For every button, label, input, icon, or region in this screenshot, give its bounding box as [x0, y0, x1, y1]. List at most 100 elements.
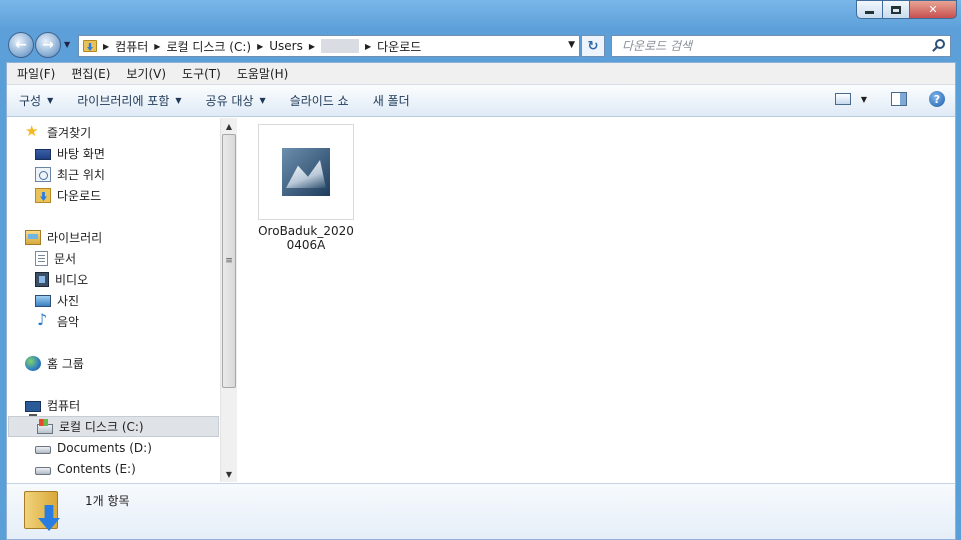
organize-button[interactable]: 구성 ▼ — [7, 92, 65, 109]
nav-local-disk-c[interactable]: 로컬 디스크 (C:) — [8, 416, 219, 437]
refresh-icon: ↻ — [587, 38, 599, 54]
maximize-icon — [891, 5, 901, 14]
nav-downloads[interactable]: 다운로드 — [7, 185, 220, 206]
document-icon — [35, 251, 48, 266]
preview-pane-icon[interactable] — [891, 92, 907, 106]
chevron-right-icon[interactable]: ▶ — [103, 42, 109, 51]
nav-homegroup[interactable]: 홈 그룹 — [7, 353, 220, 374]
close-button[interactable]: ✕ — [910, 0, 957, 19]
nav-music[interactable]: 음악 — [7, 310, 220, 332]
breadcrumb-downloads[interactable]: 다운로드 — [377, 38, 421, 55]
chevron-down-icon: ▼ — [175, 96, 182, 105]
explorer-window: 파일(F) 편집(E) 보기(V) 도구(T) 도움말(H) 구성 ▼ 라이브러리… — [6, 62, 956, 540]
chevron-right-icon[interactable]: ▶ — [257, 42, 263, 51]
breadcrumb-local-disk[interactable]: 로컬 디스크 (C:) — [166, 38, 251, 55]
file-thumbnail[interactable] — [258, 124, 354, 220]
nav-computer[interactable]: 컴퓨터 — [7, 395, 220, 416]
app-icon — [282, 148, 330, 196]
system-drive-icon — [37, 418, 53, 434]
minimize-icon — [865, 11, 874, 14]
scrollbar-thumb[interactable]: ≡ — [222, 134, 236, 388]
chevron-down-icon: ▼ — [47, 96, 54, 105]
navigation-scrollbar[interactable]: ▲ ≡ ▼ — [220, 118, 237, 482]
search-input[interactable] — [612, 36, 912, 56]
nav-label: 바탕 화면 — [57, 147, 105, 161]
view-options-dropdown-icon[interactable]: ▼ — [861, 95, 867, 104]
downloads-folder-icon — [35, 188, 51, 203]
breadcrumb-users[interactable]: Users — [269, 39, 303, 53]
address-bar[interactable]: ▶ 컴퓨터 ▶ 로컬 디스크 (C:) ▶ Users ▶ ▶ 다운로드 ▼ — [78, 35, 580, 57]
desktop-icon — [35, 149, 51, 160]
change-view-icon[interactable] — [834, 93, 851, 105]
navigation-pane: 즐겨찾기 바탕 화면 최근 위치 다운로드 라이브러리 문서 비디오 사진 음악… — [7, 118, 220, 482]
nav-libraries[interactable]: 라이브러리 — [7, 227, 220, 248]
chevron-down-icon: ▼ — [259, 96, 266, 105]
include-in-library-button[interactable]: 라이브러리에 포함 ▼ — [65, 92, 193, 109]
share-with-button[interactable]: 공유 대상 ▼ — [194, 92, 278, 109]
back-button[interactable]: ← — [8, 32, 34, 58]
homegroup-group: 홈 그룹 — [7, 353, 220, 374]
navigation-row: ← → ▼ ▶ 컴퓨터 ▶ 로컬 디스크 (C:) ▶ Users ▶ ▶ 다운… — [0, 30, 961, 60]
chevron-right-icon[interactable]: ▶ — [365, 42, 371, 51]
nav-label: 최근 위치 — [57, 168, 105, 182]
nav-videos[interactable]: 비디오 — [7, 269, 220, 290]
menu-tools[interactable]: 도구(T) — [174, 65, 229, 82]
scroll-up-icon[interactable]: ▲ — [221, 118, 237, 134]
nav-documents-d[interactable]: Documents (D:) — [7, 437, 220, 458]
slideshow-label: 슬라이드 쇼 — [289, 94, 349, 108]
maximize-button[interactable] — [883, 0, 910, 19]
nav-label: 다운로드 — [57, 189, 102, 203]
refresh-button[interactable]: ↻ — [581, 35, 605, 57]
downloads-folder-icon — [24, 489, 62, 531]
menu-view[interactable]: 보기(V) — [118, 65, 174, 82]
breadcrumb-user-redacted[interactable] — [320, 39, 359, 53]
nav-label: 음악 — [57, 315, 80, 329]
minimize-button[interactable] — [856, 0, 883, 19]
title-bar: ✕ — [0, 0, 961, 30]
menu-edit[interactable]: 편집(E) — [63, 65, 118, 82]
search-icon[interactable] — [935, 39, 945, 49]
nav-pictures[interactable]: 사진 — [7, 290, 220, 311]
back-arrow-icon: ← — [15, 37, 27, 53]
file-item[interactable]: OroBaduk_20200406A — [258, 124, 354, 252]
chevron-right-icon[interactable]: ▶ — [309, 42, 315, 51]
item-count: 1개 항목 — [85, 494, 130, 508]
search-box — [611, 35, 951, 57]
menu-file[interactable]: 파일(F) — [9, 65, 63, 82]
chevron-right-icon[interactable]: ▶ — [154, 42, 160, 51]
menu-help[interactable]: 도움말(H) — [229, 65, 297, 82]
file-name: OroBaduk_20200406A — [258, 224, 354, 252]
nav-documents[interactable]: 문서 — [7, 248, 220, 269]
forward-button[interactable]: → — [35, 32, 61, 58]
breadcrumb-computer[interactable]: 컴퓨터 — [115, 38, 148, 55]
video-icon — [35, 272, 49, 287]
scroll-down-icon[interactable]: ▼ — [221, 466, 237, 482]
drive-icon — [35, 467, 51, 475]
nav-label: 즐겨찾기 — [47, 126, 92, 140]
command-bar-right: ▼ ? — [834, 91, 945, 107]
address-dropdown-icon[interactable]: ▼ — [568, 40, 575, 50]
homegroup-icon — [25, 356, 41, 371]
file-list: OroBaduk_20200406A — [238, 118, 955, 482]
picture-icon — [35, 294, 51, 307]
help-icon[interactable]: ? — [929, 91, 945, 107]
nav-recent-places[interactable]: 최근 위치 — [7, 164, 220, 185]
nav-label: 홈 그룹 — [47, 357, 84, 371]
recent-pages-dropdown[interactable]: ▼ — [64, 40, 70, 49]
downloads-folder-icon — [83, 40, 97, 52]
forward-arrow-icon: → — [42, 37, 54, 53]
favorites-group: 즐겨찾기 바탕 화면 최근 위치 다운로드 — [7, 122, 220, 206]
nav-favorites[interactable]: 즐겨찾기 — [7, 122, 220, 143]
close-icon: ✕ — [928, 3, 938, 16]
nav-contents-e[interactable]: Contents (E:) — [7, 458, 220, 479]
nav-label: 비디오 — [55, 273, 89, 287]
new-folder-button[interactable]: 새 폴더 — [361, 92, 422, 109]
nav-label: 로컬 디스크 (C:) — [59, 420, 144, 434]
new-folder-label: 새 폴더 — [372, 94, 410, 108]
slideshow-button[interactable]: 슬라이드 쇼 — [278, 92, 361, 109]
include-in-library-label: 라이브러리에 포함 — [77, 94, 170, 108]
nav-desktop[interactable]: 바탕 화면 — [7, 143, 220, 164]
recent-places-icon — [35, 167, 51, 182]
organize-label: 구성 — [19, 94, 42, 108]
details-pane: 1개 항목 — [7, 483, 955, 539]
